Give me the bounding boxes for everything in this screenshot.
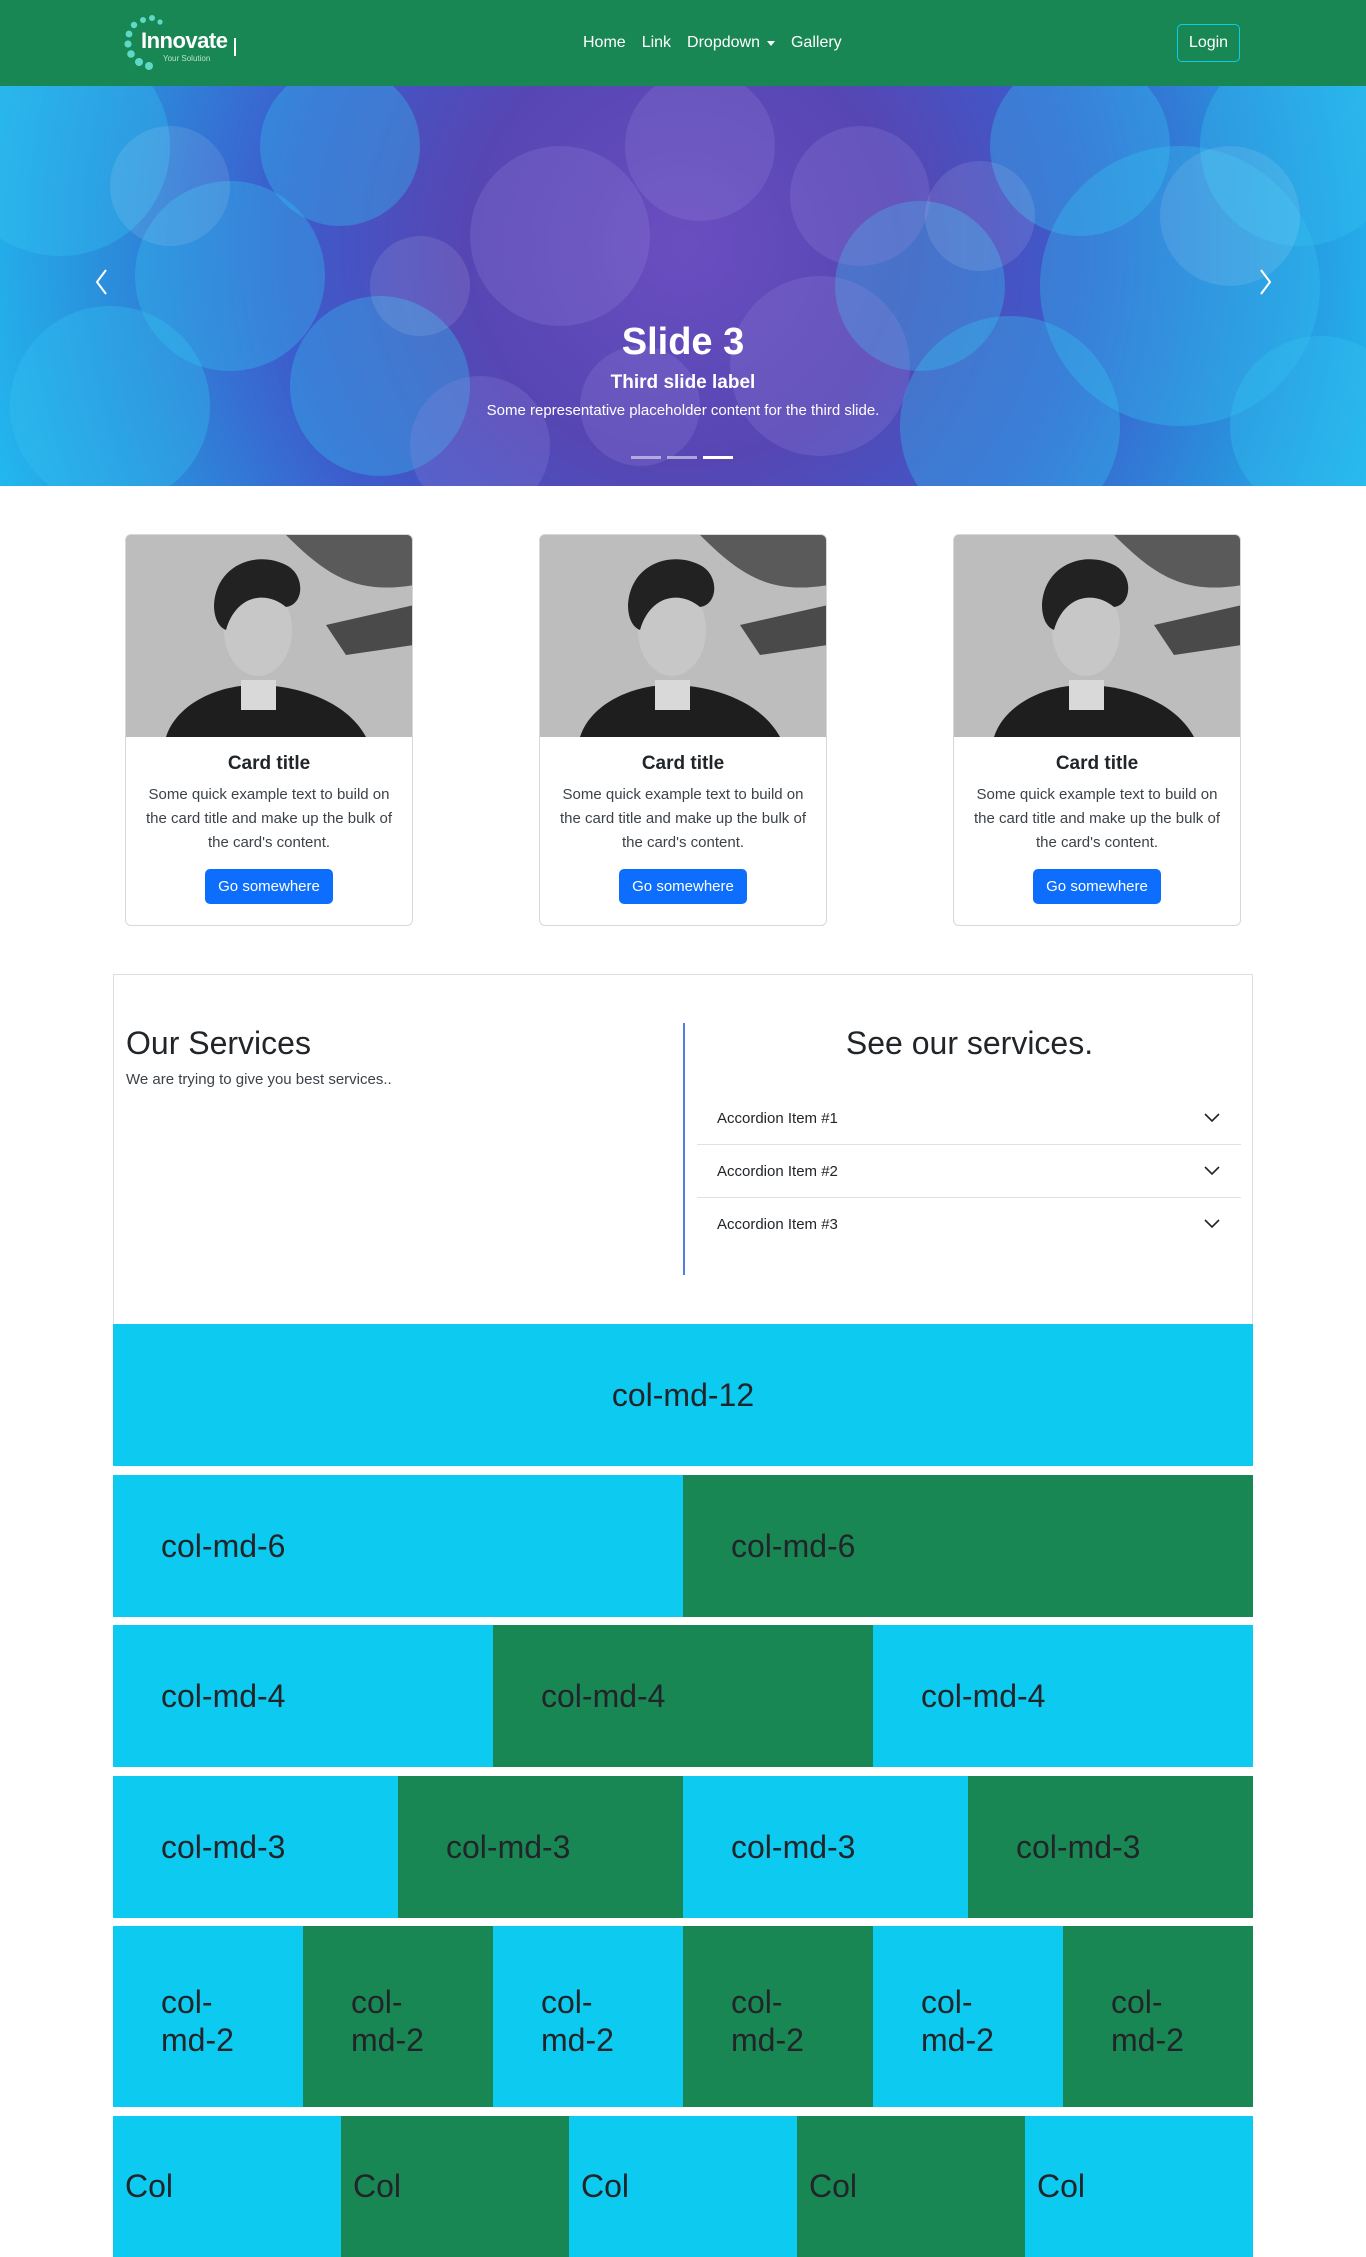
caret-down-icon <box>766 40 775 46</box>
card-2: Card title Some quick example text to bu… <box>539 534 827 926</box>
slide-description: Some representative placeholder content … <box>486 402 880 419</box>
indicator-3[interactable] <box>703 456 733 459</box>
grid-cell: Col <box>569 2116 797 2257</box>
bokeh-background <box>0 86 1366 486</box>
services-section: Our Services We are trying to give you b… <box>113 974 1253 1324</box>
card-1: Card title Some quick example text to bu… <box>125 534 413 926</box>
grid-cell: col- md-2 <box>493 1926 683 2107</box>
chevron-down-icon <box>1204 1166 1220 1176</box>
accordion-item-label: Accordion Item #2 <box>717 1162 838 1180</box>
nav-link[interactable]: Link <box>634 34 679 52</box>
go-somewhere-button[interactable]: Go somewhere <box>205 869 333 904</box>
grid-cell: Col <box>341 2116 569 2257</box>
slide-label: Third slide label <box>610 372 756 393</box>
grid-cell: col-md-3 <box>113 1776 398 1918</box>
indicator-1[interactable] <box>631 456 661 459</box>
slide-title: Slide 3 <box>621 321 745 363</box>
grid-cell: col-md-3 <box>968 1776 1253 1918</box>
grid-cell: col- md-2 <box>113 1926 303 2107</box>
card-title: Card title <box>641 753 725 774</box>
grid-cell: col-md-6 <box>683 1475 1253 1617</box>
card-image <box>540 535 826 737</box>
accordion-item-label: Accordion Item #1 <box>717 1109 838 1127</box>
grid-cell: Col <box>797 2116 1025 2257</box>
card-title: Card title <box>227 753 311 774</box>
carousel-indicators <box>631 456 733 459</box>
grid-cell: Col <box>1025 2116 1253 2257</box>
grid-cell: col-md-6 <box>113 1475 683 1617</box>
grid-cell: col-md-12 <box>113 1324 1253 1466</box>
grid-cell: col-md-3 <box>683 1776 968 1918</box>
card-title: Card title <box>1055 753 1139 774</box>
accordion-item-1[interactable]: Accordion Item #1 <box>697 1092 1241 1145</box>
chevron-left-icon[interactable] <box>88 262 118 302</box>
grid-cell: col-md-3 <box>398 1776 683 1918</box>
grid-cell: col-md-4 <box>113 1625 493 1767</box>
grid-row-2: col- md-2 col- md-2 col- md-2 col- md-2 … <box>113 1926 1253 2107</box>
brand-logo[interactable]: Innovate Your Solution <box>123 12 243 74</box>
grid-cell: col- md-2 <box>1063 1926 1253 2107</box>
grid-cell: col-md-4 <box>493 1625 873 1767</box>
grid-cell: col- md-2 <box>303 1926 493 2107</box>
accordion-item-label: Accordion Item #3 <box>717 1216 838 1233</box>
grid-row-col: Col Col Col Col Col <box>113 2116 1253 2257</box>
grid-row-4: col-md-4 col-md-4 col-md-4 <box>113 1625 1253 1767</box>
section-divider <box>683 1023 685 1275</box>
accordion-item-3[interactable]: Accordion Item #3 <box>697 1198 1241 1251</box>
services-title: Our Services <box>126 1025 311 1061</box>
grid-cell: Col <box>113 2116 341 2257</box>
grid-cell: col- md-2 <box>873 1926 1063 2107</box>
hero-carousel: Slide 3 Third slide label Some represent… <box>0 86 1366 486</box>
navbar: Innovate Your Solution Home Link Dropdow… <box>0 0 1366 86</box>
grid-row-3: col-md-3 col-md-3 col-md-3 col-md-3 <box>113 1776 1253 1918</box>
grid-cell: col- md-2 <box>683 1926 873 2107</box>
card-text: Some quick example text to build on the … <box>560 786 806 851</box>
go-somewhere-button[interactable]: Go somewhere <box>619 869 747 904</box>
grid-cell: col-md-4 <box>873 1625 1253 1767</box>
nav-gallery[interactable]: Gallery <box>783 34 850 52</box>
chevron-right-icon[interactable] <box>1249 262 1279 302</box>
indicator-2[interactable] <box>667 456 697 459</box>
chevron-down-icon <box>1204 1219 1220 1229</box>
nav-home[interactable]: Home <box>575 34 634 52</box>
card-3: Card title Some quick example text to bu… <box>953 534 1241 926</box>
card-text: Some quick example text to build on the … <box>974 786 1220 851</box>
nav-dropdown[interactable]: Dropdown <box>679 34 783 52</box>
grid-row-6: col-md-6 col-md-6 <box>113 1475 1253 1617</box>
nav-menu: Home Link Dropdown Gallery <box>575 0 850 86</box>
card-text: Some quick example text to build on the … <box>146 786 392 851</box>
card-image <box>954 535 1240 737</box>
brand-tagline: Your Solution <box>163 54 211 63</box>
chevron-down-icon <box>1204 1113 1220 1123</box>
go-somewhere-button[interactable]: Go somewhere <box>1033 869 1161 904</box>
brand-name: Innovate <box>141 28 228 53</box>
grid-row-12: col-md-12 <box>113 1324 1253 1466</box>
services-subtitle: We are trying to give you best services.… <box>126 1071 392 1088</box>
nav-dropdown-label: Dropdown <box>687 34 760 51</box>
accordion-item-2[interactable]: Accordion Item #2 <box>697 1145 1241 1198</box>
carousel-caption: Slide 3 Third slide label Some represent… <box>0 320 1366 419</box>
accordion-heading: See our services. <box>845 1025 1094 1061</box>
login-button[interactable]: Login <box>1177 24 1240 62</box>
card-image <box>126 535 412 737</box>
